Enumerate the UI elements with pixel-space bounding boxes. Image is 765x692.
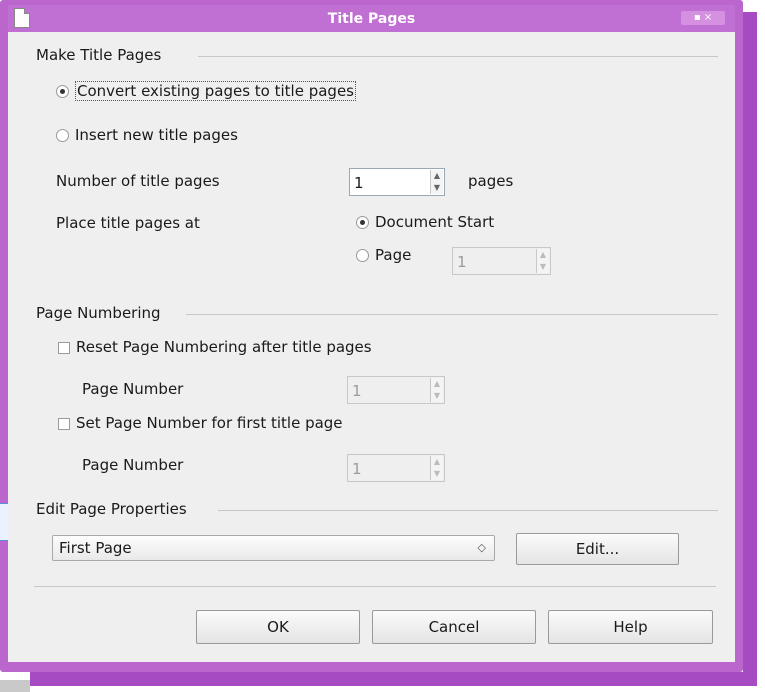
radio-unchecked-icon	[56, 129, 69, 142]
make-title-pages-separator	[198, 56, 718, 57]
set-page-number-field-label: Page Number	[82, 456, 184, 474]
updown-chevron-icon: ◇	[477, 541, 486, 554]
edit-button[interactable]: Edit...	[516, 533, 679, 565]
radio-checked-icon	[56, 85, 69, 98]
insert-new-radio[interactable]: Insert new title pages	[56, 126, 238, 144]
page-style-select[interactable]: First Page ◇	[52, 535, 495, 561]
radio-unchecked-icon	[356, 249, 369, 262]
page-label: Page	[375, 246, 412, 264]
make-title-pages-heading: Make Title Pages	[36, 46, 162, 64]
page-spinner[interactable]: 1 ▲ ▼	[452, 247, 551, 275]
pages-unit-label: pages	[468, 172, 514, 190]
reset-page-numbering-label: Reset Page Numbering after title pages	[76, 338, 372, 356]
number-of-title-pages-label: Number of title pages	[56, 172, 220, 190]
spin-down-icon[interactable]: ▼	[431, 468, 443, 480]
page-numbering-separator	[186, 314, 718, 315]
page-radio[interactable]: Page	[356, 246, 411, 264]
spinner-arrows[interactable]: ▲ ▼	[430, 456, 443, 480]
checkbox-unchecked-icon	[58, 341, 70, 354]
spinner-arrows[interactable]: ▲ ▼	[430, 170, 443, 194]
window-controls[interactable]: ▪ ×	[681, 11, 725, 25]
radio-checked-icon	[356, 216, 369, 229]
spin-up-icon[interactable]: ▲	[537, 249, 549, 261]
window-shadow-right	[743, 12, 757, 676]
spin-up-icon[interactable]: ▲	[431, 378, 443, 390]
title-bar[interactable]: Title Pages ▪ ×	[8, 5, 735, 32]
window-shadow-bottom	[30, 672, 757, 686]
edit-page-properties-separator	[218, 510, 718, 511]
window-title: Title Pages	[327, 11, 416, 27]
number-of-title-pages-spinner[interactable]: 1 ▲ ▼	[349, 168, 445, 196]
set-page-number-spinner[interactable]: 1 ▲ ▼	[347, 454, 445, 482]
document-start-radio[interactable]: Document Start	[356, 213, 494, 231]
help-button[interactable]: Help	[548, 610, 713, 644]
number-of-title-pages-value: 1	[354, 174, 364, 192]
spinner-arrows[interactable]: ▲ ▼	[536, 249, 549, 273]
insert-new-label: Insert new title pages	[75, 126, 238, 144]
reset-page-number-label: Page Number	[82, 380, 184, 398]
window-shadow-gray	[0, 680, 30, 692]
set-page-number-checkbox[interactable]: Set Page Number for first title page	[58, 414, 343, 432]
set-page-number-label: Set Page Number for first title page	[76, 414, 343, 432]
cancel-button[interactable]: Cancel	[372, 610, 536, 644]
spinner-arrows[interactable]: ▲ ▼	[430, 378, 443, 402]
page-value: 1	[457, 253, 467, 271]
ok-button[interactable]: OK	[196, 610, 360, 644]
spin-up-icon[interactable]: ▲	[431, 456, 443, 468]
spin-down-icon[interactable]: ▼	[431, 390, 443, 402]
convert-existing-label: Convert existing pages to title pages	[75, 81, 356, 101]
reset-page-number-value: 1	[352, 382, 362, 400]
reset-page-number-spinner[interactable]: 1 ▲ ▼	[347, 376, 445, 404]
spin-down-icon[interactable]: ▼	[431, 182, 443, 194]
document-start-label: Document Start	[375, 213, 495, 231]
dialog-client: Make Title Pages Convert existing pages …	[8, 32, 735, 662]
page-numbering-heading: Page Numbering	[36, 304, 161, 322]
page-style-value: First Page	[59, 539, 132, 557]
checkbox-unchecked-icon	[58, 417, 70, 430]
reset-page-numbering-checkbox[interactable]: Reset Page Numbering after title pages	[58, 338, 372, 356]
set-page-number-value: 1	[352, 460, 362, 478]
spin-down-icon[interactable]: ▼	[537, 261, 549, 273]
convert-existing-radio[interactable]: Convert existing pages to title pages	[56, 81, 356, 101]
bottom-separator	[34, 586, 716, 587]
spin-up-icon[interactable]: ▲	[431, 170, 443, 182]
place-title-pages-label: Place title pages at	[56, 214, 200, 232]
edit-page-properties-heading: Edit Page Properties	[36, 500, 187, 518]
